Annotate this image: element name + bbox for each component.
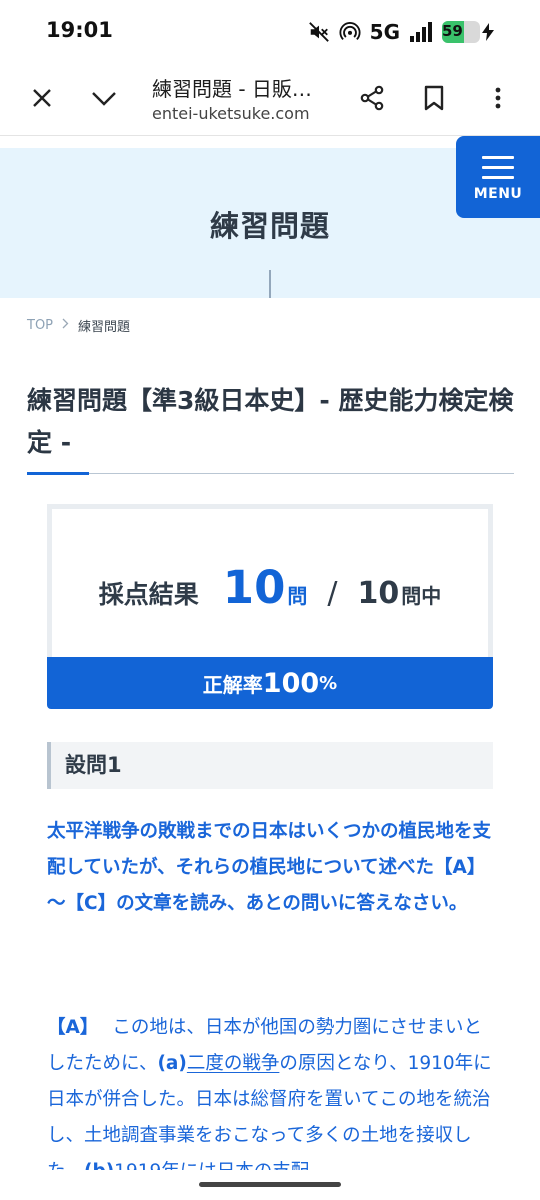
menu-button[interactable]: MENU: [456, 136, 540, 218]
breadcrumb-current: 練習問題: [78, 320, 131, 335]
accuracy-bar: 正解率 100 %: [47, 657, 493, 709]
battery-icon: 59: [442, 21, 494, 43]
status-icons: 5G 59: [308, 18, 494, 46]
menu-label: MENU: [473, 186, 523, 202]
question-passage: 【A】 この地は、日本が他国の勢力圏にさせまいとしたために、(a)二度の戦争の原因…: [47, 1010, 497, 1170]
score-total: 10: [357, 576, 400, 611]
chevron-down-icon[interactable]: [86, 80, 122, 116]
accuracy-unit: %: [319, 672, 338, 694]
title-underline: [27, 473, 514, 474]
page-title: 練習問題【準3級日本史】- 歴史能力検定検定 -: [27, 386, 514, 457]
question-intro: 太平洋戦争の敗戦までの日本はいくつかの植民地を支配していたが、それらの植民地につ…: [47, 821, 492, 914]
share-icon[interactable]: [354, 80, 390, 116]
score-row: 採点結果 10 問 / 10 問中: [52, 561, 488, 614]
close-icon[interactable]: [24, 80, 60, 116]
browser-page-title[interactable]: 練習問題 - 日販…: [152, 73, 342, 102]
accuracy-label: 正解率: [202, 672, 263, 697]
score-label: 採点結果: [98, 580, 199, 609]
status-bar: 19:01 5G 59: [0, 0, 540, 62]
score-slash: /: [327, 576, 338, 611]
question-heading: 設問1: [47, 742, 493, 789]
browser-url[interactable]: entei-uketsuke.com: [152, 104, 342, 123]
breadcrumb-top-link[interactable]: TOP: [27, 318, 53, 333]
chevron-right-icon: [62, 318, 69, 333]
score-total-unit: 問中: [401, 584, 442, 608]
score-card: 採点結果 10 問 / 10 問中: [47, 504, 493, 658]
browser-toolbar: 練習問題 - 日販… entei-uketsuke.com: [0, 62, 540, 136]
passage-text: 1919年には日本の支配: [114, 1161, 309, 1170]
network-type: 5G: [369, 20, 400, 44]
more-vert-icon[interactable]: [480, 80, 516, 116]
passage-ref-a: (a): [157, 1053, 187, 1074]
breadcrumb: TOP 練習問題: [27, 316, 130, 335]
hamburger-icon: [482, 156, 514, 186]
signal-icon: [409, 22, 433, 42]
header-divider: [269, 270, 271, 298]
accuracy-value: 100: [262, 667, 320, 699]
score-correct: 10: [222, 561, 286, 614]
mute-icon: [308, 21, 330, 43]
title-underline-accent: [27, 472, 89, 475]
hotspot-icon: [339, 21, 361, 43]
score-correct-unit: 問: [287, 584, 308, 608]
battery-level: 59: [442, 22, 463, 40]
passage-underline-a: 二度の戦争: [186, 1053, 280, 1074]
charging-icon: [482, 23, 494, 41]
passage-marker: 【A】: [47, 1017, 99, 1038]
passage-ref-b: (b): [84, 1161, 114, 1170]
home-indicator[interactable]: [199, 1182, 341, 1187]
bookmark-icon[interactable]: [416, 80, 452, 116]
status-time: 19:01: [46, 18, 113, 42]
